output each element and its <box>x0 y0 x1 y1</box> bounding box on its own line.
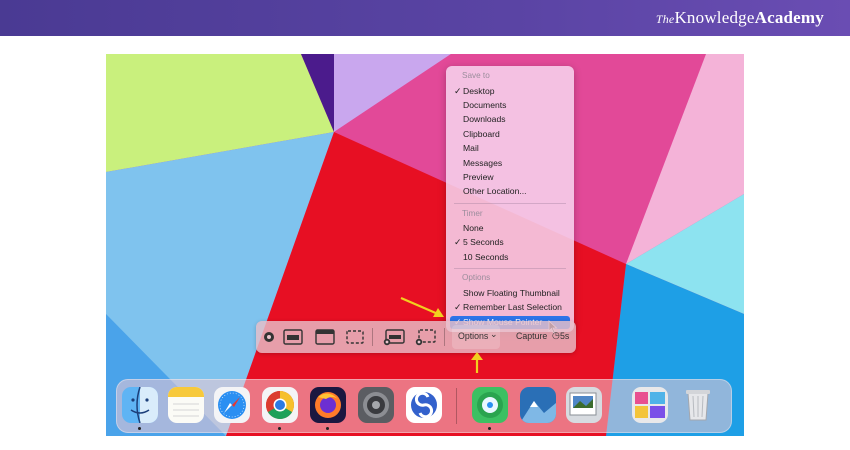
menu-item-timer-none[interactable]: None <box>450 222 570 235</box>
menu-item-label: None <box>463 223 484 233</box>
running-indicator <box>278 427 281 430</box>
menu-item-messages[interactable]: Messages <box>450 157 570 170</box>
chrome-icon[interactable] <box>262 387 298 423</box>
dock-divider <box>456 388 457 424</box>
menu-item-label: Show Floating Thumbnail <box>463 288 560 298</box>
annotation-arrow-icon <box>400 296 444 317</box>
menu-section-save-to: Save to <box>462 71 490 80</box>
menu-item-label: Desktop <box>463 86 495 96</box>
annotation-arrow-icon <box>471 352 483 373</box>
running-indicator <box>326 427 329 430</box>
finder-icon[interactable] <box>122 387 158 423</box>
menu-item-preview[interactable]: Preview <box>450 171 570 184</box>
brand-knowledge: Knowledge <box>674 8 755 27</box>
menu-separator <box>454 268 566 269</box>
photo-booth-icon[interactable] <box>632 387 668 423</box>
menu-separator <box>454 203 566 204</box>
system-preferences-icon[interactable] <box>358 387 394 423</box>
menu-item-downloads[interactable]: Downloads <box>450 113 570 126</box>
dock <box>116 379 732 433</box>
close-toolbar-button[interactable] <box>264 332 274 342</box>
timer-icon: ◷ <box>552 330 560 340</box>
record-selected-portion-icon[interactable] <box>414 328 438 346</box>
menu-item-desktop[interactable]: ✓ Desktop <box>450 85 570 98</box>
menu-item-remember-last-selection[interactable]: ✓ Remember Last Selection <box>450 301 570 314</box>
menu-item-label: Clipboard <box>463 129 500 139</box>
menu-item-label: Preview <box>463 172 494 182</box>
find-my-icon[interactable] <box>472 387 508 423</box>
running-indicator <box>488 427 491 430</box>
menu-section-options: Options <box>462 273 491 282</box>
menu-section-timer: Timer <box>462 209 483 218</box>
menu-item-label: Remember Last Selection <box>463 302 562 312</box>
capture-selected-window-icon[interactable] <box>314 328 336 346</box>
brand-the: The <box>655 12 675 26</box>
menu-item-label: Documents <box>463 100 507 110</box>
menu-item-label: Downloads <box>463 114 506 124</box>
running-indicator <box>138 427 141 430</box>
capture-selected-portion-icon[interactable] <box>344 328 366 346</box>
notes-icon[interactable] <box>168 387 204 423</box>
brand-logo: TheKnowledgeAcademy <box>656 8 824 28</box>
capture-entire-screen-icon[interactable] <box>282 328 304 346</box>
menu-item-label: 5 Seconds <box>463 237 504 247</box>
menu-item-documents[interactable]: Documents <box>450 99 570 112</box>
menu-item-clipboard[interactable]: Clipboard <box>450 128 570 141</box>
preview-icon[interactable] <box>566 387 602 423</box>
menu-item-label: 10 Seconds <box>463 252 509 262</box>
menu-item-label: Other Location... <box>463 186 527 196</box>
screenshot-options-menu: Save to ✓ Desktop Documents Downloads Cl… <box>446 66 574 332</box>
safari-icon[interactable] <box>214 387 250 423</box>
options-button-label: Options <box>458 331 489 341</box>
record-entire-screen-icon[interactable] <box>382 328 406 346</box>
menu-item-label: Mail <box>463 143 479 153</box>
menu-item-other-location[interactable]: Other Location... <box>450 185 570 198</box>
toolbar-divider <box>372 328 373 346</box>
trash-icon[interactable] <box>680 387 716 423</box>
firefox-icon[interactable] <box>310 387 346 423</box>
menu-item-label: Messages <box>463 158 503 168</box>
menu-item-timer-10-seconds[interactable]: 10 Seconds <box>450 251 570 264</box>
menu-item-show-floating-thumbnail[interactable]: Show Floating Thumbnail <box>450 287 570 300</box>
brand-academy: Academy <box>754 8 824 27</box>
timer-value: 5s <box>560 331 570 341</box>
menu-item-timer-5-seconds[interactable]: ✓ 5 Seconds <box>450 236 570 249</box>
chevron-down-icon: ⌄ <box>490 329 498 339</box>
menu-item-mail[interactable]: Mail <box>450 142 570 155</box>
toolbar-divider <box>444 328 445 346</box>
capture-button[interactable]: Capture <box>516 331 547 341</box>
header-banner: TheKnowledgeAcademy <box>0 0 850 36</box>
simplenote-icon[interactable] <box>406 387 442 423</box>
screenshot-toolbar: Options ⌄ Capture ◷ 5s <box>256 321 576 353</box>
migration-assistant-icon[interactable] <box>520 387 556 423</box>
